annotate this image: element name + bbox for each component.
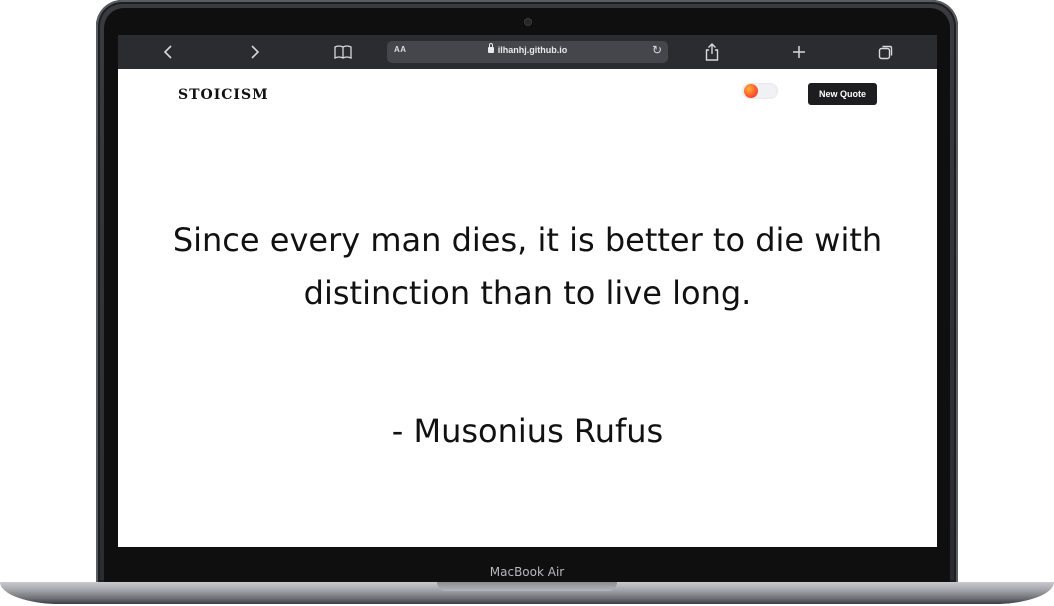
quote-text: Since every man dies, it is better to di… [172, 221, 883, 312]
lid-notch [437, 582, 617, 591]
device-label: MacBook Air [489, 565, 565, 579]
share-icon[interactable] [702, 42, 722, 62]
reload-icon[interactable]: ↻ [652, 43, 662, 57]
chevron-right-icon[interactable] [245, 42, 265, 62]
new-quote-button[interactable]: New Quote [808, 83, 877, 105]
url-label: ilhanhj.github.io [497, 45, 568, 55]
chevron-left-icon[interactable] [158, 42, 178, 62]
lock-icon [487, 43, 494, 53]
toggle-knob [744, 84, 758, 98]
site-logo[interactable]: STOICISM [178, 87, 269, 103]
theme-toggle[interactable] [742, 83, 778, 99]
tabs-icon[interactable] [876, 42, 896, 62]
laptop-mockup: AA ilhanhj.github.io ↻ STOICISM New Quot… [0, 0, 1054, 606]
address-bar[interactable]: AA ilhanhj.github.io ↻ [387, 41, 668, 63]
camera-icon [525, 19, 531, 25]
screen: AA ilhanhj.github.io ↻ STOICISM New Quot… [118, 35, 937, 547]
url-text[interactable]: ilhanhj.github.io [387, 43, 668, 55]
plus-icon[interactable] [789, 42, 809, 62]
quote-author: - Musonius Rufus [391, 412, 664, 450]
web-page: STOICISM New Quote Since every man dies,… [118, 69, 937, 547]
browser-toolbar: AA ilhanhj.github.io ↻ [118, 35, 937, 69]
book-icon[interactable] [333, 42, 353, 62]
